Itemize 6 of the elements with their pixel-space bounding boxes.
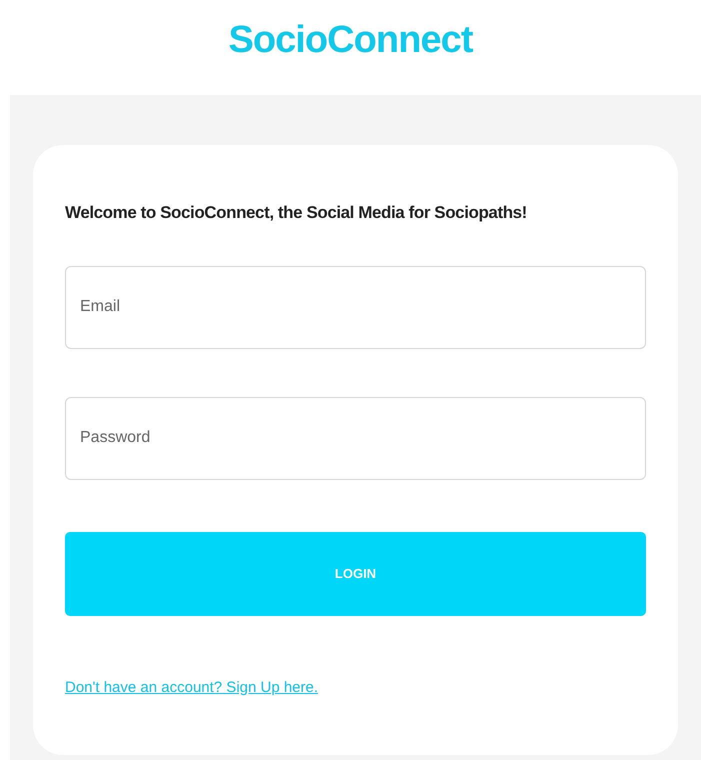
login-button[interactable]: LOGIN bbox=[65, 532, 646, 616]
site-title: SocioConnect bbox=[228, 18, 473, 63]
text-field[interactable]: Email bbox=[65, 266, 646, 348]
signup-link[interactable]: Don't have an account? Sign Up here. bbox=[65, 678, 318, 696]
welcome-text: Welcome to SocioConnect, the Social Media for Sociopaths! bbox=[65, 202, 528, 224]
text-field[interactable]: Password bbox=[65, 396, 646, 480]
